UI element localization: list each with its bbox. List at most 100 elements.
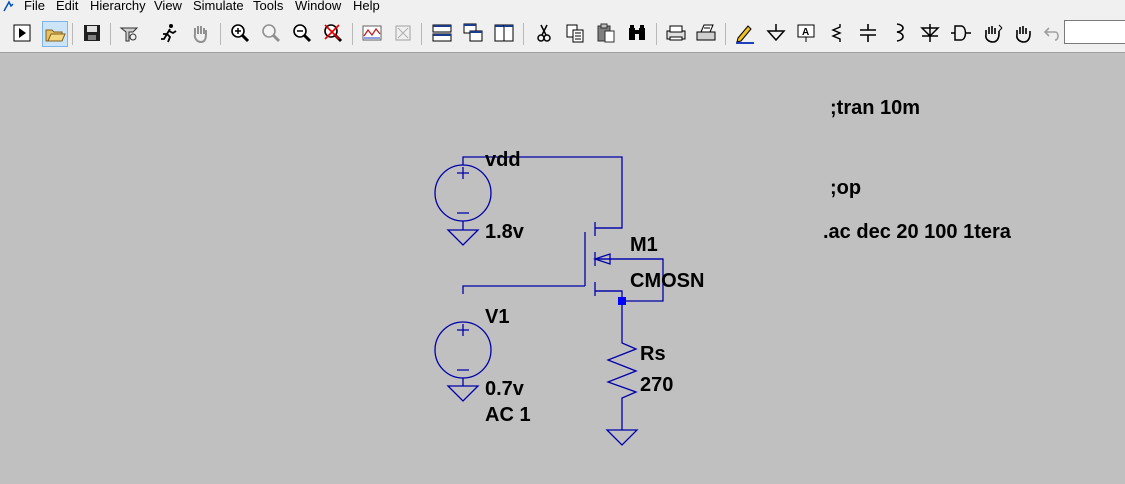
drag-icon: [1016, 26, 1031, 43]
run-button[interactable]: [10, 21, 36, 47]
halt-button[interactable]: [157, 21, 183, 47]
cascade-icon: [463, 23, 483, 42]
rs-value[interactable]: 270: [640, 374, 673, 396]
drag-button[interactable]: [1011, 21, 1037, 47]
menu-bar: File Edit Hierarchy View Simulate Tools …: [0, 0, 1125, 14]
vdd-source[interactable]: [434, 164, 492, 246]
menu-hierarchy[interactable]: Hierarchy: [90, 0, 146, 14]
toolbar-separator: [110, 23, 111, 45]
resistor-icon: [831, 24, 842, 42]
save-button[interactable]: [80, 21, 106, 47]
toolbar-separator: [523, 23, 524, 45]
control-panel-icon: [119, 27, 139, 42]
tile-vertical-button[interactable]: [492, 21, 518, 47]
find-button[interactable]: [625, 21, 651, 47]
control-panel-button[interactable]: [117, 21, 143, 47]
component-button[interactable]: [949, 21, 975, 47]
schematic-canvas[interactable]: vdd 1.8v M1 CMOSN V1 0.7v AC 1 Rs 270 ;t…: [0, 53, 1125, 479]
print-button[interactable]: [694, 21, 720, 47]
waveform-button[interactable]: [360, 21, 386, 47]
m1-model[interactable]: CMOSN: [630, 270, 704, 292]
copy-button[interactable]: [563, 21, 589, 47]
label-net-button[interactable]: A: [794, 21, 820, 47]
waveform-icon: [362, 25, 382, 41]
app-icon: [3, 0, 14, 12]
v1-source[interactable]: [434, 321, 492, 402]
toolbar-separator: [220, 23, 221, 45]
autorange-button[interactable]: [391, 21, 417, 47]
svg-text:A: A: [802, 27, 809, 38]
halt-icon: [161, 24, 177, 43]
print-icon: [696, 24, 716, 41]
directive-op[interactable]: ;op: [830, 177, 861, 199]
resistor-button[interactable]: [825, 21, 851, 47]
v1-value[interactable]: 0.7v: [485, 378, 525, 400]
diode-button[interactable]: [918, 21, 944, 47]
toolbar-separator: [421, 23, 422, 45]
cascade-button[interactable]: [461, 21, 487, 47]
ground-icon: [766, 24, 786, 42]
toolbar-input[interactable]: [1064, 20, 1125, 44]
run-icon: [13, 24, 31, 42]
toolbar-separator: [352, 23, 353, 45]
zoom-out-icon: [293, 24, 312, 43]
inductor-button[interactable]: [887, 21, 913, 47]
zoom-out-button[interactable]: [290, 21, 316, 47]
toolbar-separator: [656, 23, 657, 45]
pan-hand-icon: [193, 26, 207, 44]
rs-name[interactable]: Rs: [640, 343, 666, 365]
zoom-cancel-icon: [324, 24, 343, 43]
autorange-icon: [395, 25, 411, 41]
wire-source: [595, 290, 623, 337]
cut-button[interactable]: [532, 21, 558, 47]
ground-button[interactable]: [764, 21, 790, 47]
draw-wire-button[interactable]: [733, 21, 759, 47]
move-button[interactable]: [980, 21, 1006, 47]
vdd-label: vdd: [485, 149, 521, 171]
v1-name[interactable]: V1: [485, 306, 509, 328]
toolbar-separator: [725, 23, 726, 45]
label-net-icon: A: [797, 24, 815, 42]
capacitor-icon: [860, 24, 876, 42]
print-setup-button[interactable]: [664, 21, 690, 47]
zoom-in-button[interactable]: [228, 21, 254, 47]
v1-ac-spec[interactable]: AC 1: [485, 404, 531, 426]
menu-file[interactable]: File: [24, 0, 45, 14]
menu-view[interactable]: View: [154, 0, 182, 14]
copy-icon: [566, 24, 584, 43]
undo-icon: [1043, 27, 1059, 41]
inductor-icon: [896, 23, 904, 42]
draw-wire-icon: [736, 25, 754, 44]
wire-gate: [462, 285, 585, 294]
cut-icon: [537, 24, 551, 42]
open-button[interactable]: [42, 21, 68, 47]
menu-help[interactable]: Help: [353, 0, 380, 14]
vdd-value[interactable]: 1.8v: [485, 221, 525, 243]
undo-button[interactable]: [1040, 21, 1066, 47]
zoom-area-button[interactable]: [259, 21, 285, 47]
menu-tools[interactable]: Tools: [253, 0, 283, 14]
tile-horizontal-icon: [432, 24, 452, 42]
paste-icon: [597, 23, 615, 43]
zoom-area-icon: [262, 24, 281, 43]
directive-tran[interactable]: ;tran 10m: [830, 97, 920, 119]
tile-vertical-icon: [494, 24, 514, 42]
paste-button[interactable]: [594, 21, 620, 47]
move-icon: [985, 24, 1003, 43]
rs-resistor[interactable]: [605, 337, 639, 446]
menu-edit[interactable]: Edit: [56, 0, 78, 14]
capacitor-button[interactable]: [856, 21, 882, 47]
save-icon: [84, 25, 100, 41]
zoom-cancel-button[interactable]: [321, 21, 347, 47]
tile-horizontal-button[interactable]: [430, 21, 456, 47]
directive-ac[interactable]: .ac dec 20 100 1tera: [823, 221, 1012, 243]
menu-window[interactable]: Window: [295, 0, 341, 14]
m1-name[interactable]: M1: [630, 234, 658, 256]
open-icon: [45, 29, 66, 42]
print-setup-icon: [666, 25, 686, 41]
toolbar: A: [0, 14, 1125, 53]
toolbar-separator: [72, 23, 73, 45]
find-icon: [629, 25, 645, 40]
menu-simulate[interactable]: Simulate: [193, 0, 244, 14]
pan-hand-button[interactable]: [188, 21, 214, 47]
